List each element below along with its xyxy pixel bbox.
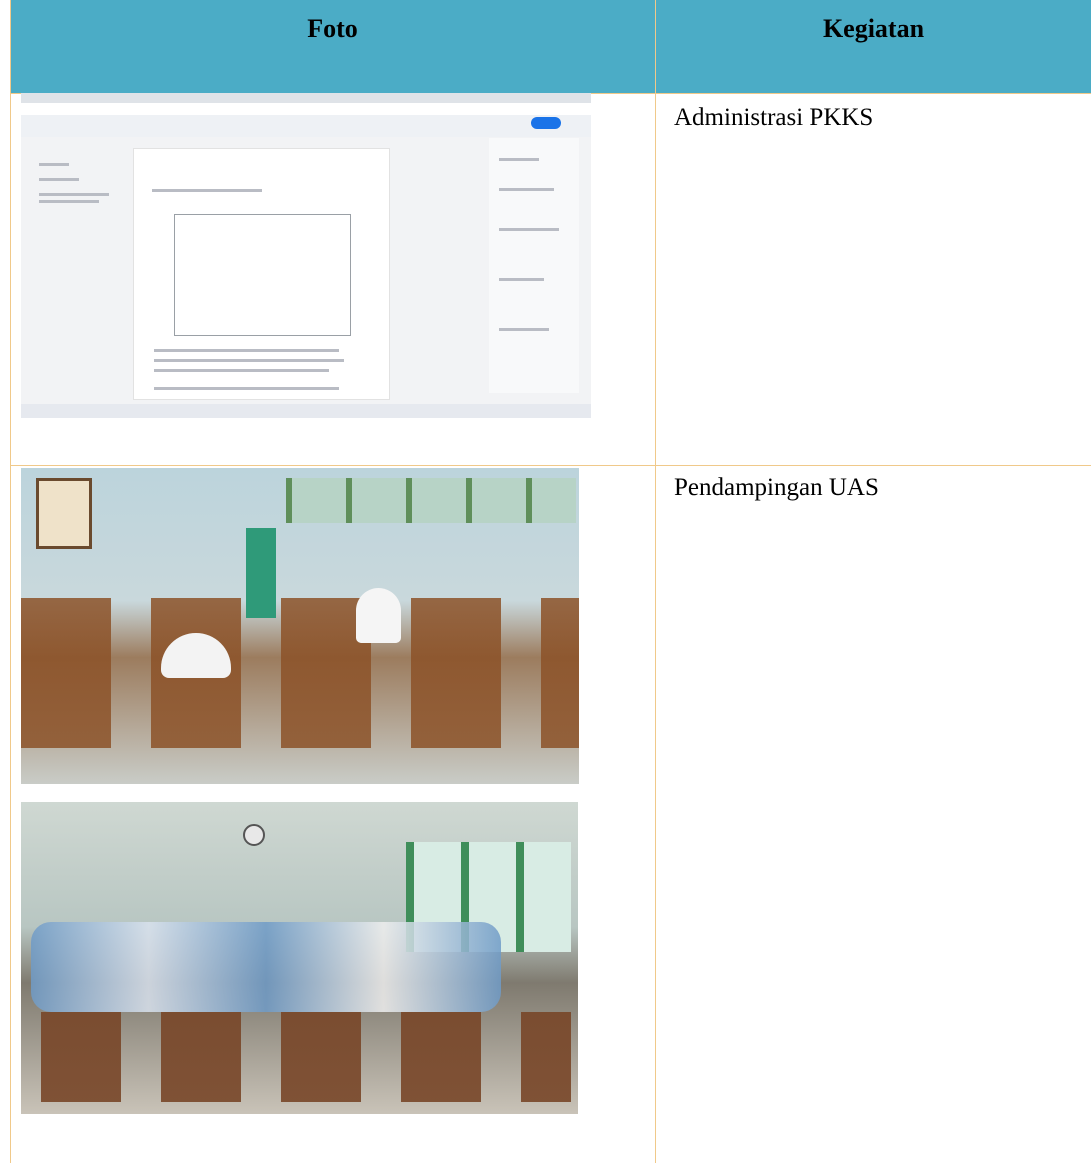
browser-addressbar	[21, 103, 591, 115]
kegiatan-row-1: Administrasi PKKS	[674, 104, 874, 131]
doc-toolbar	[21, 115, 591, 137]
desks	[41, 1012, 571, 1102]
doc-outline-panel	[29, 148, 119, 398]
classroom-photo	[21, 468, 579, 784]
desks	[21, 598, 579, 748]
header-foto: Foto	[307, 14, 358, 43]
taskbar	[21, 404, 591, 418]
share-button-shape	[531, 117, 561, 129]
window-row	[286, 478, 576, 523]
screenshot-photo	[21, 93, 591, 418]
activity-table: Foto Kegiatan Administrasi PKKS Pendampi…	[10, 0, 1091, 1163]
student	[356, 588, 401, 643]
wall-chart	[36, 478, 92, 549]
table-border-middle	[655, 0, 656, 1163]
document-page	[133, 148, 390, 400]
header-kegiatan: Kegiatan	[822, 14, 925, 43]
students-group	[31, 922, 501, 1012]
wall-clock	[243, 824, 265, 846]
row-border	[10, 465, 1091, 466]
classroom-photo	[21, 802, 578, 1114]
table-border-left	[10, 0, 11, 1163]
browser-tabbar	[21, 93, 591, 103]
kegiatan-row-2: Pendampingan UAS	[674, 474, 879, 501]
doc-side-panel	[489, 138, 579, 393]
